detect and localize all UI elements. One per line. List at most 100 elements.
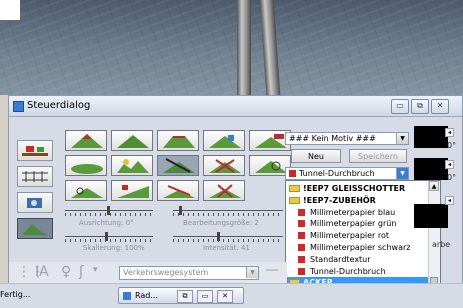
folder-icon: [289, 196, 300, 204]
texture-icon: [298, 220, 305, 228]
list-item-label: Millimeterpapier blau: [310, 207, 396, 217]
orientation-slider[interactable]: [65, 206, 153, 216]
tool-raise-terrain[interactable]: [65, 130, 107, 151]
list-item-label: Millimeterpapier rot: [310, 231, 390, 241]
tool-level[interactable]: [65, 180, 107, 201]
taskbar-window-button[interactable]: Rad... ⧉ ▭ ✕: [118, 287, 244, 304]
texture-icon: [298, 232, 305, 240]
chevron-down-icon[interactable]: ▼: [396, 133, 408, 144]
smooth-icon: [71, 164, 103, 174]
pole-right: [259, 0, 281, 95]
minimize-icon[interactable]: ▭: [197, 290, 213, 303]
minimize-button[interactable]: ▭: [391, 99, 409, 114]
restore-icon[interactable]: ⧉: [177, 290, 193, 303]
tool-delete[interactable]: [203, 180, 245, 201]
tool-lower-terrain[interactable]: [111, 130, 153, 151]
window-icon: [123, 292, 131, 300]
delete-icon: [209, 184, 241, 198]
track-system-select[interactable]: Verkehrswegesystem ▼: [119, 266, 259, 280]
curve-icon[interactable]: ʃ: [79, 264, 84, 280]
editsize-slider[interactable]: [173, 206, 283, 216]
pole-left: [237, 0, 251, 95]
scaling-slider[interactable]: [65, 232, 153, 242]
steuerdialog-window: Steuerdialog ▭ ⧉ ✕ Ausrichtung: 0° Bearb…: [8, 95, 463, 307]
farbe-label: arbe: [432, 240, 451, 249]
tool-flatten[interactable]: [157, 180, 199, 201]
list-item[interactable]: !EEP7-ZUBEHÖR: [286, 195, 430, 206]
list-item[interactable]: !EEP7 GLEISSCHOTTER: [286, 183, 430, 194]
orientation-label: Ausrichtung: 0°: [79, 219, 134, 227]
rail-scene-icon: [22, 146, 48, 156]
track-system-value: Verkehrswegesystem: [123, 268, 209, 277]
list-item[interactable]: Millimeterpapier grün: [286, 218, 430, 229]
camera-icon: [27, 198, 42, 208]
random-icon: [117, 159, 149, 173]
task-label: Rad...: [135, 291, 158, 300]
viewport-corner-block: [0, 0, 20, 20]
texture-icon: [298, 244, 305, 251]
spin-up-icon[interactable]: ◂: [445, 128, 454, 137]
spin-up-icon[interactable]: ◂: [445, 160, 454, 169]
status-text: Fertig...: [0, 290, 31, 299]
save-button[interactable]: Speichern: [349, 149, 407, 163]
tool-water[interactable]: [203, 130, 245, 151]
chevron-down-icon[interactable]: ▼: [246, 267, 258, 278]
texture-select[interactable]: Tunnel-Durchbruch ▼: [285, 167, 409, 180]
cut-icon: [209, 159, 241, 173]
chevron-down-icon[interactable]: ▾: [93, 265, 98, 275]
scroll-up-icon[interactable]: ▲: [429, 181, 439, 191]
spin-up-icon[interactable]: ◂: [445, 196, 454, 205]
list-item[interactable]: Standardtextur: [286, 254, 430, 265]
texture-icon: [298, 255, 305, 263]
tool-smooth[interactable]: [65, 155, 107, 176]
editsize-label: Bearbeitungsgröße: 2: [183, 219, 259, 227]
list-item-label: !EEP7-ZUBEHÖR: [303, 195, 376, 205]
list-item-label: Millimeterpapier schwarz: [310, 243, 411, 252]
texture-icon: [298, 267, 305, 275]
tool-ramp[interactable]: [111, 180, 153, 201]
text-tool-icon[interactable]: IA: [35, 264, 49, 280]
dialog-app-icon: [13, 101, 24, 112]
landscape-icon: [22, 224, 48, 235]
close-button[interactable]: ✕: [431, 99, 449, 114]
angle-readout-2: 0°: [447, 173, 457, 182]
category-terrain-button[interactable]: [17, 218, 53, 239]
list-item[interactable]: Millimeterpapier rot: [286, 230, 430, 241]
texture-select-value: Tunnel-Durchbruch: [299, 169, 375, 178]
bulb-icon[interactable]: ♀: [61, 264, 71, 280]
tool-cut[interactable]: [203, 155, 245, 176]
motif-select[interactable]: ### Kein Motiv ### ▼: [285, 132, 409, 145]
bottom-toolbar: ⋮⋮ IA ♀ ʃ ▾ Verkehrswegesystem ▼ —: [9, 262, 287, 284]
folder-icon: [289, 185, 300, 192]
water-icon: [209, 135, 241, 148]
line-tool-icon[interactable]: —: [265, 262, 279, 278]
plateau-icon: [163, 136, 195, 148]
status-taskbar: Fertig... Rad... ⧉ ▭ ✕: [0, 283, 463, 308]
category-rails-button[interactable]: [17, 166, 53, 187]
category-camera-button[interactable]: [17, 192, 53, 213]
list-item[interactable]: Millimeterpapier schwarz: [286, 242, 430, 253]
hill-icon: [71, 134, 103, 148]
tracks-icon: [22, 171, 48, 182]
intensity-slider[interactable]: [173, 232, 283, 242]
tool-texture[interactable]: [157, 155, 199, 176]
hill-icon: [117, 135, 149, 148]
category-splines-button[interactable]: [17, 140, 53, 161]
list-item[interactable]: Millimeterpapier blau: [286, 207, 430, 218]
angle-readout-1: 0°: [447, 141, 457, 150]
close-icon[interactable]: ✕: [217, 290, 233, 303]
list-item[interactable]: Tunnel-Durchbruch: [286, 266, 430, 277]
3d-viewport[interactable]: [0, 0, 463, 95]
new-button[interactable]: Neu: [291, 149, 341, 163]
texture-icon: [298, 208, 305, 216]
tool-random[interactable]: [111, 155, 153, 176]
chevron-down-icon[interactable]: ▼: [396, 168, 408, 179]
restore-button[interactable]: ⧉: [411, 99, 429, 114]
color-preview-2: [414, 158, 448, 180]
tool-plateau[interactable]: [157, 130, 199, 151]
texture-icon: [163, 158, 195, 173]
intensity-label: Intensität: 41: [203, 244, 250, 252]
dialog-titlebar[interactable]: Steuerdialog ▭ ⧉ ✕: [9, 96, 462, 117]
list-item-label: Standardtextur: [310, 254, 371, 264]
ramp-icon: [117, 185, 149, 198]
